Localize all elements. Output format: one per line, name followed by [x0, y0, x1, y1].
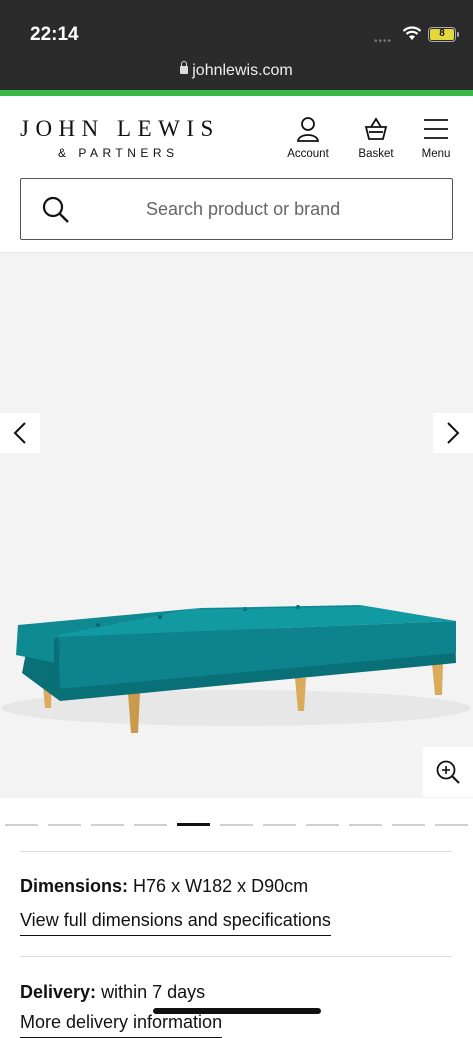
menu-button[interactable]: Menu	[415, 116, 457, 160]
gallery-pagination	[0, 820, 473, 830]
product-image-gallery[interactable]	[0, 253, 473, 798]
status-bar: 22:14 •••• 8	[0, 0, 473, 58]
delivery-info-link[interactable]: More delivery information	[20, 1012, 223, 1038]
battery-icon: 8	[428, 27, 459, 42]
account-button[interactable]: Account	[283, 116, 333, 160]
gallery-dot-active[interactable]	[177, 823, 210, 826]
divider	[20, 956, 453, 957]
address-bar[interactable]: johnlewis.com	[0, 58, 473, 90]
logo-main-text: JOHN LEWIS	[20, 116, 220, 141]
gallery-dot[interactable]	[48, 824, 81, 826]
account-icon	[296, 117, 320, 142]
site-header: JOHN LEWIS & PARTNERS Account Basket Men…	[0, 96, 473, 172]
gallery-dot[interactable]	[435, 824, 468, 826]
dimensions-label: Dimensions:	[20, 876, 129, 896]
delivery-label: Delivery:	[20, 982, 97, 1002]
logo-sub-text: & PARTNERS	[58, 146, 179, 160]
gallery-dot[interactable]	[134, 824, 167, 826]
home-indicator[interactable]	[153, 1008, 321, 1014]
search-input[interactable]: Search product or brand	[20, 178, 453, 240]
account-label: Account	[287, 148, 329, 160]
gallery-dot[interactable]	[5, 824, 38, 826]
gallery-dot[interactable]	[91, 824, 124, 826]
sofa-bed-image	[1, 605, 471, 733]
delivery-value: within 7 days	[101, 982, 206, 1002]
status-time: 22:14	[30, 24, 79, 45]
battery-level: 8	[430, 29, 454, 40]
search-icon	[42, 196, 69, 223]
menu-label: Menu	[421, 148, 451, 160]
basket-button[interactable]: Basket	[353, 116, 399, 160]
delivery-text: Delivery: within 7 days	[20, 982, 205, 1003]
basket-label: Basket	[358, 148, 394, 160]
dimensions-value: H76 x W182 x D90cm	[133, 876, 309, 896]
basket-icon	[364, 117, 388, 140]
site-logo[interactable]: JOHN LEWIS & PARTNERS	[20, 116, 220, 160]
search-placeholder: Search product or brand	[146, 199, 341, 219]
gallery-dot[interactable]	[263, 824, 296, 826]
gallery-dot[interactable]	[220, 824, 253, 826]
url-text: johnlewis.com	[192, 62, 293, 79]
gallery-dot[interactable]	[306, 824, 339, 826]
divider	[20, 851, 453, 852]
dimensions-text: Dimensions: H76 x W182 x D90cm	[20, 876, 308, 897]
hamburger-menu-icon	[424, 119, 448, 139]
zoom-in-icon	[436, 760, 460, 784]
dimensions-link[interactable]: View full dimensions and specifications	[20, 910, 331, 936]
gallery-dot[interactable]	[349, 824, 382, 826]
lock-icon	[180, 61, 189, 74]
gallery-dot[interactable]	[392, 824, 425, 826]
wifi-icon	[402, 26, 422, 40]
signal-icon: ••••	[374, 36, 393, 47]
zoom-button[interactable]	[423, 747, 473, 797]
